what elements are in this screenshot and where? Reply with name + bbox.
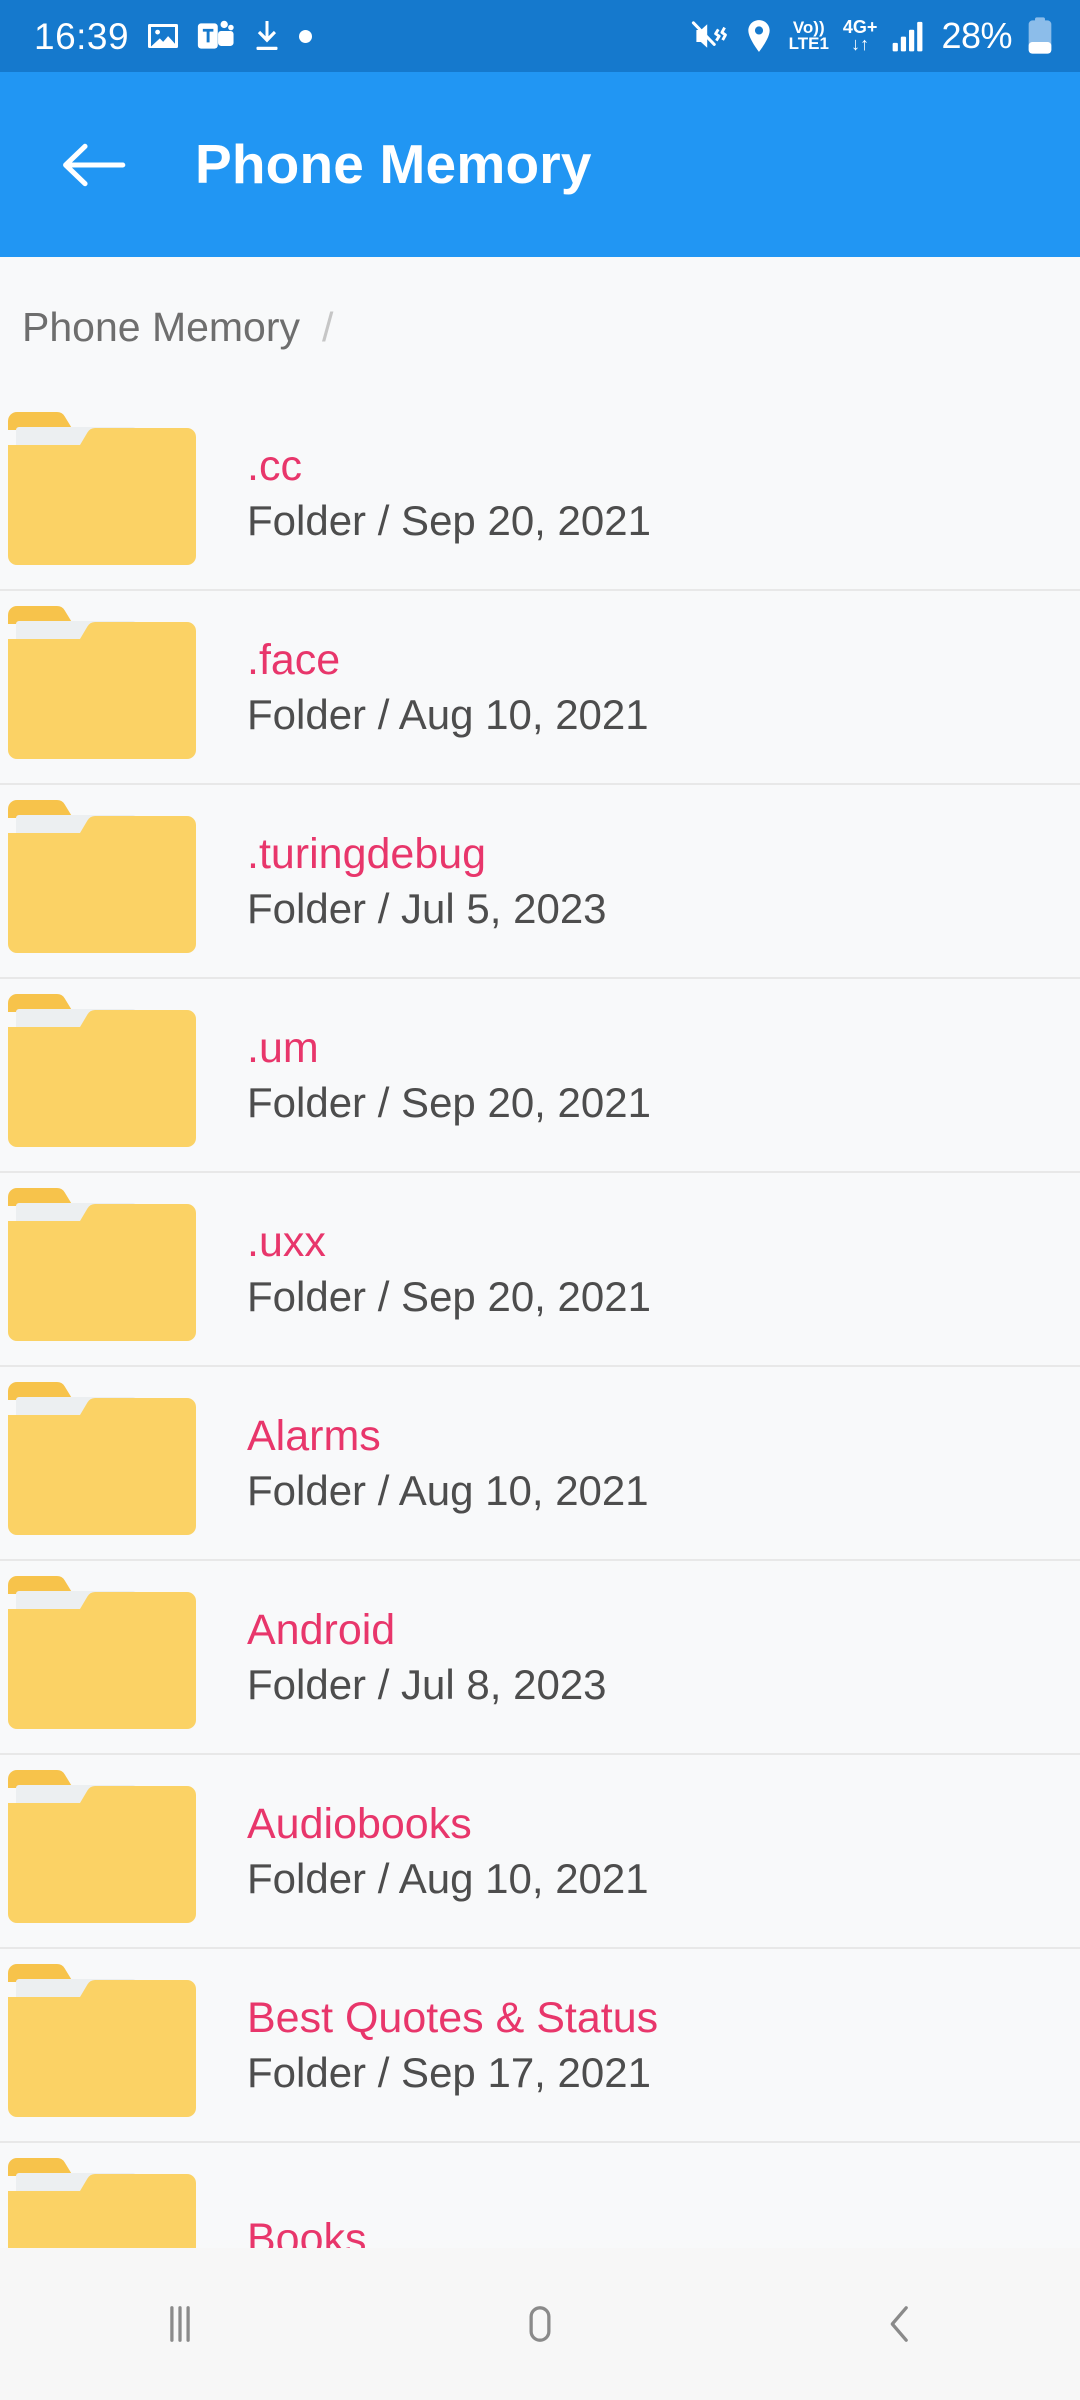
file-name: Alarms xyxy=(247,1412,381,1461)
status-bar: 16:39 Vo)) LTE1 4G+ ↓↑ 28% xyxy=(0,0,1080,72)
microsoft-teams-icon xyxy=(197,18,235,54)
file-name: Books xyxy=(247,2214,367,2248)
file-row[interactable]: .cc Folder / Sep 20, 2021 xyxy=(0,397,1080,591)
home-button[interactable] xyxy=(360,2248,720,2400)
file-meta: Folder / Aug 10, 2021 xyxy=(247,690,649,738)
recents-button[interactable] xyxy=(0,2248,360,2400)
file-row[interactable]: .face Folder / Aug 10, 2021 xyxy=(0,591,1080,785)
folder-icon xyxy=(8,2158,196,2248)
file-row[interactable]: Audiobooks Folder / Aug 10, 2021 xyxy=(0,1755,1080,1949)
file-row-text: .face Folder / Aug 10, 2021 xyxy=(247,636,1080,737)
file-row-text: .turingdebug Folder / Jul 5, 2023 xyxy=(247,830,1080,931)
folder-icon xyxy=(5,2153,201,2248)
phone-screen: 16:39 Vo)) LTE1 4G+ ↓↑ 28% Phone Memory … xyxy=(0,0,1080,2400)
file-row-text: .um Folder / Sep 20, 2021 xyxy=(247,1024,1080,1125)
file-name: .cc xyxy=(247,442,302,491)
mute-vibrate-icon xyxy=(689,18,729,54)
back-arrow-icon xyxy=(63,143,126,186)
folder-icon xyxy=(8,1576,196,1729)
app-bar: Phone Memory xyxy=(0,72,1080,257)
file-meta: Folder / Sep 17, 2021 xyxy=(247,2048,651,2096)
folder-icon xyxy=(8,994,196,1147)
data-transfer-arrows: ↓↑ xyxy=(851,34,870,54)
folder-icon xyxy=(5,989,201,1161)
folder-icon xyxy=(8,1188,196,1341)
file-name: Audiobooks xyxy=(247,1800,472,1849)
file-meta: Folder / Aug 10, 2021 xyxy=(247,1466,649,1514)
file-row-text: Android Folder / Jul 8, 2023 xyxy=(247,1606,1080,1707)
file-row-text: Best Quotes & Status Folder / Sep 17, 202… xyxy=(247,1994,1080,2095)
battery-icon xyxy=(1026,16,1054,56)
file-name: Android xyxy=(247,1606,396,1655)
file-name: .um xyxy=(247,1024,319,1073)
file-name: .face xyxy=(247,636,341,685)
folder-icon xyxy=(8,1382,196,1535)
file-row[interactable]: .uxx Folder / Sep 20, 2021 xyxy=(0,1173,1080,1367)
folder-icon xyxy=(5,1765,201,1937)
folder-icon xyxy=(5,1959,201,2131)
image-icon xyxy=(145,18,181,54)
folder-icon xyxy=(8,800,196,953)
signal-bars-icon xyxy=(891,19,927,53)
dot-indicator-icon xyxy=(299,29,313,43)
file-name: Best Quotes & Status xyxy=(247,1994,659,2043)
file-row[interactable]: Android Folder / Jul 8, 2023 xyxy=(0,1561,1080,1755)
nav-back-icon xyxy=(890,2306,908,2342)
download-icon xyxy=(251,18,283,54)
file-row-text: Audiobooks Folder / Aug 10, 2021 xyxy=(247,1800,1080,1901)
file-name: .uxx xyxy=(247,1218,326,1267)
file-row-text: .cc Folder / Sep 20, 2021 xyxy=(247,442,1080,543)
page-title: Phone Memory xyxy=(195,133,592,195)
folder-icon xyxy=(8,1770,196,1923)
location-pin-icon xyxy=(743,18,775,54)
home-icon xyxy=(529,2306,551,2342)
network-type-indicator: 4G+ ↓↑ xyxy=(843,18,878,54)
file-row[interactable]: Alarms Folder / Aug 10, 2021 xyxy=(0,1367,1080,1561)
file-meta: Folder / Jul 8, 2023 xyxy=(247,1660,607,1708)
file-row[interactable]: Best Quotes & Status Folder / Sep 17, 202… xyxy=(0,1949,1080,2143)
volte-indicator: Vo)) LTE1 xyxy=(788,19,829,53)
volte-line-2: LTE1 xyxy=(788,34,829,53)
nav-back-button[interactable] xyxy=(720,2248,1080,2400)
file-row[interactable]: .um Folder / Sep 20, 2021 xyxy=(0,979,1080,1173)
folder-icon xyxy=(5,601,201,773)
breadcrumb-separator: / xyxy=(322,303,334,350)
file-row-text: Alarms Folder / Aug 10, 2021 xyxy=(247,1412,1080,1513)
file-row[interactable]: .turingdebug Folder / Jul 5, 2023 xyxy=(0,785,1080,979)
recents-icon xyxy=(170,2306,190,2342)
file-list[interactable]: .cc Folder / Sep 20, 2021 .face Folder / Au… xyxy=(0,397,1080,2248)
file-row-text: Books xyxy=(247,2215,1080,2248)
folder-icon xyxy=(8,412,196,565)
back-button[interactable] xyxy=(55,126,133,204)
folder-icon xyxy=(8,606,196,759)
battery-percentage: 28% xyxy=(941,15,1012,56)
file-name: .turingdebug xyxy=(247,830,487,879)
file-meta: Folder / Aug 10, 2021 xyxy=(247,1854,649,1902)
file-meta: Folder / Sep 20, 2021 xyxy=(247,496,651,544)
status-bar-right: Vo)) LTE1 4G+ ↓↑ 28% xyxy=(689,16,1054,56)
file-meta: Folder / Sep 20, 2021 xyxy=(247,1078,651,1126)
folder-icon xyxy=(5,407,201,579)
folder-icon xyxy=(5,795,201,967)
file-row-text: .uxx Folder / Sep 20, 2021 xyxy=(247,1218,1080,1319)
breadcrumb-item-root[interactable]: Phone Memory xyxy=(22,306,300,348)
folder-icon xyxy=(5,1183,201,1355)
folder-icon xyxy=(5,1571,201,1743)
status-clock: 16:39 xyxy=(34,15,130,57)
breadcrumb: Phone Memory / xyxy=(0,257,1080,397)
file-meta: Folder / Jul 5, 2023 xyxy=(247,884,607,932)
system-navigation-bar xyxy=(0,2248,1080,2400)
folder-icon xyxy=(5,1377,201,1549)
file-row[interactable]: Books xyxy=(0,2143,1080,2248)
folder-icon xyxy=(8,1964,196,2117)
file-meta: Folder / Sep 20, 2021 xyxy=(247,1272,651,1320)
status-bar-left: 16:39 xyxy=(34,15,313,57)
